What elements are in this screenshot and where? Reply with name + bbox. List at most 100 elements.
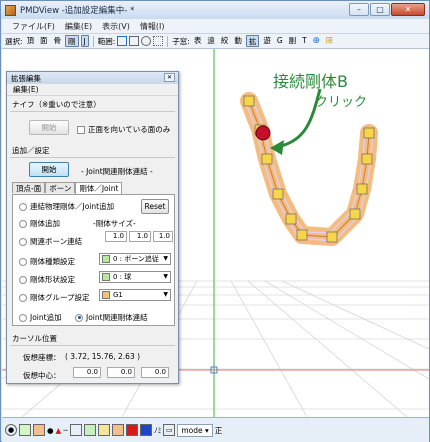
- size-x-input[interactable]: 1.0: [105, 231, 127, 242]
- center-x-input[interactable]: 0.0: [73, 367, 101, 378]
- child-group-button[interactable]: G: [275, 35, 285, 47]
- line-icon[interactable]: ━: [63, 426, 68, 435]
- select-bone-button[interactable]: 骨: [52, 35, 64, 47]
- extended-edit-panel: 拡張編集 ✕ 編集(E) ナイフ（※重いので注意） 開始 正面を向いている面のみ…: [6, 71, 179, 384]
- grid-icon[interactable]: ⊞: [324, 36, 335, 47]
- child-play-button[interactable]: 遊: [261, 35, 273, 47]
- menu-info[interactable]: 情報(I): [140, 21, 165, 32]
- child-window-label: 子窓:: [172, 36, 190, 46]
- add-settings-heading: 追加／設定: [12, 146, 50, 155]
- front-only-checkbox[interactable]: 正面を向いている面のみ: [77, 124, 170, 135]
- radio-circle[interactable]: [19, 202, 27, 211]
- related-bone-radio[interactable]: 関連ボーン連結: [19, 236, 82, 247]
- child-far-button[interactable]: 遠: [205, 35, 217, 47]
- camera-icon[interactable]: ▭: [163, 424, 176, 436]
- group-view-icon[interactable]: [111, 424, 124, 436]
- rigid-type-select[interactable]: 0 : ボーン追従 ▼: [99, 253, 171, 265]
- child-table-button[interactable]: 表: [192, 35, 204, 47]
- panel-menu-edit[interactable]: 編集(E): [13, 84, 39, 95]
- rigid-group-select[interactable]: G1 ▼: [99, 289, 171, 301]
- range-rect2-button[interactable]: [129, 36, 140, 46]
- select-rigid-button[interactable]: 剛: [65, 35, 79, 47]
- rigid-shape-radio[interactable]: 剛体形状設定: [19, 274, 75, 285]
- radio-circle[interactable]: [75, 313, 83, 322]
- select-face-button[interactable]: 面: [38, 35, 50, 47]
- mode-label: mode: [181, 425, 203, 435]
- select-vertex-button[interactable]: 頂: [25, 35, 37, 47]
- checkbox-box[interactable]: [77, 125, 85, 134]
- annotation-arrow: [270, 88, 322, 155]
- add-start-button[interactable]: 開始: [29, 162, 69, 177]
- toolbar-separator: [167, 35, 169, 47]
- color-blue-icon[interactable]: [139, 424, 152, 436]
- radio-circle[interactable]: [19, 275, 27, 284]
- dot-icon[interactable]: ●: [47, 426, 54, 435]
- radio-circle[interactable]: [19, 257, 27, 266]
- range-lasso-button[interactable]: [153, 36, 164, 46]
- size-z-input[interactable]: 1.0: [153, 231, 173, 242]
- radio-circle[interactable]: [19, 313, 27, 322]
- aki-label: ﾉﾐ: [153, 425, 162, 435]
- rigid-type-radio[interactable]: 剛体種類設定: [19, 256, 75, 267]
- rigid-size-label: -剛体サイズ-: [93, 219, 136, 228]
- child-narrow-button[interactable]: 絞: [219, 35, 231, 47]
- radio-circle[interactable]: [19, 293, 27, 302]
- color-red-icon[interactable]: [125, 424, 138, 436]
- color-swatch: [102, 291, 110, 299]
- center-y-input[interactable]: 0.0: [107, 367, 135, 378]
- tab-vertex-face[interactable]: 頂点-面: [12, 182, 46, 193]
- box-icon[interactable]: [69, 424, 82, 436]
- range-rect-button[interactable]: [117, 36, 128, 46]
- add-rigid-radio[interactable]: 剛体追加: [19, 218, 60, 229]
- child-motion-button[interactable]: 動: [232, 35, 244, 47]
- rigid-type-value: 0 : ボーン追従: [113, 255, 159, 263]
- tab-rigid-joint[interactable]: 剛体／Joint: [75, 182, 123, 194]
- rigid-view-icon[interactable]: [83, 424, 96, 436]
- minimize-button[interactable]: –: [349, 3, 369, 16]
- child-t-button[interactable]: T: [300, 35, 309, 47]
- child-expand-button[interactable]: 拡: [245, 35, 260, 47]
- child-sub-button[interactable]: 副: [287, 35, 299, 47]
- menu-edit[interactable]: 編集(E): [65, 21, 92, 32]
- triangle-icon[interactable]: ▲: [56, 426, 62, 435]
- knife-start-button[interactable]: 開始: [29, 120, 69, 135]
- rigid-type-label: 剛体種類設定: [30, 257, 75, 266]
- panel-close-icon[interactable]: ✕: [164, 73, 175, 82]
- range-circle-button[interactable]: [141, 36, 152, 46]
- joint-add-radio[interactable]: Joint追加: [19, 312, 62, 323]
- joint-view-icon[interactable]: [97, 424, 110, 436]
- rigid-shape-value: 0 : 球: [113, 273, 132, 281]
- correct-label[interactable]: 正: [215, 425, 223, 436]
- window-controls: – □ ✕: [349, 3, 425, 16]
- color-swatch: [102, 273, 110, 281]
- virtual-coord-value: ( 3.72, 15.76, 2.63 ): [65, 352, 141, 361]
- color-swatch: [102, 255, 110, 263]
- light-icon[interactable]: [19, 424, 31, 436]
- close-button[interactable]: ✕: [391, 3, 425, 16]
- joint-related-radio[interactable]: Joint関連剛体連結: [75, 312, 148, 323]
- selected-rigid-body-b[interactable]: [255, 125, 271, 141]
- center-z-input[interactable]: 0.0: [141, 367, 169, 378]
- toolbar-separator: [92, 35, 94, 47]
- rigid-joint-tab-body: 連結物理剛体／Joint追加 Reset 剛体追加 -剛体サイズ- 関連ボーン連…: [12, 194, 175, 326]
- radio-circle[interactable]: [19, 219, 27, 228]
- material-icon[interactable]: [33, 424, 45, 436]
- maximize-button[interactable]: □: [370, 3, 390, 16]
- radio-circle[interactable]: [19, 237, 27, 246]
- panel-title-bar: 拡張編集 ✕: [7, 72, 178, 84]
- continuous-radio[interactable]: 連結物理剛体／Joint追加: [19, 201, 114, 212]
- virtual-center-label: 仮想中心：: [23, 371, 61, 380]
- reset-button[interactable]: Reset: [141, 199, 169, 214]
- select-joint-button[interactable]: J: [80, 35, 89, 47]
- tab-bone[interactable]: ボーン: [45, 182, 76, 193]
- mode-select[interactable]: mode ▾: [177, 423, 213, 437]
- vertex-toggle-icon[interactable]: ●: [5, 424, 17, 436]
- menu-file[interactable]: ファイル(F): [12, 21, 55, 32]
- menu-view[interactable]: 表示(V): [102, 21, 130, 32]
- rigid-shape-select[interactable]: 0 : 球 ▼: [99, 271, 171, 283]
- rigid-group-radio[interactable]: 剛体グループ設定: [19, 292, 90, 303]
- size-y-input[interactable]: 1.0: [129, 231, 151, 242]
- target-icon[interactable]: ⊕: [311, 36, 322, 47]
- knife-heading: ナイフ（※重いので注意）: [12, 100, 101, 109]
- app-icon: [5, 4, 16, 16]
